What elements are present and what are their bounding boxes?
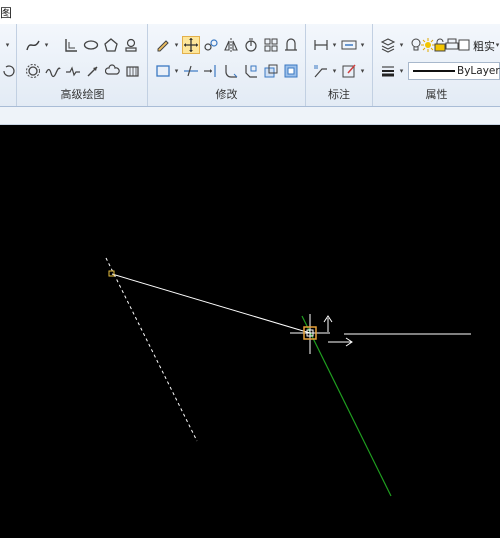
- gear-shape-icon[interactable]: [24, 62, 42, 80]
- hatch-icon[interactable]: [124, 62, 142, 80]
- break-line-icon[interactable]: [64, 62, 82, 80]
- table-edit-icon[interactable]: [340, 62, 358, 80]
- wave-icon[interactable]: [44, 62, 62, 80]
- arrow-draw-icon[interactable]: [84, 62, 102, 80]
- rotate-object-icon[interactable]: [242, 36, 260, 54]
- document-tab-strip: [0, 107, 500, 125]
- spline-dropdown[interactable]: ▾: [43, 36, 50, 54]
- copy-icon[interactable]: [202, 36, 220, 54]
- panel-label-properties: 属性: [425, 88, 448, 101]
- title-bar: 图: [0, 0, 500, 24]
- endpoint-grip-marker[interactable]: [108, 270, 115, 277]
- explode-icon[interactable]: [282, 62, 300, 80]
- layer-manager-icon[interactable]: [379, 36, 397, 54]
- leader-icon[interactable]: [312, 62, 330, 80]
- cloud-icon[interactable]: [104, 62, 122, 80]
- panel-label-modify: 修改: [215, 88, 238, 101]
- panel-annotate: ▾ ▾ ▾ ▾ 标注: [306, 24, 373, 106]
- erase-dropdown[interactable]: ▾: [173, 36, 180, 54]
- linetype-value: ByLayer: [457, 65, 500, 77]
- table-dropdown[interactable]: ▾: [359, 62, 366, 80]
- erase-icon[interactable]: [154, 36, 172, 54]
- select-dropdown[interactable]: ▾: [173, 62, 180, 80]
- offset-corner-icon[interactable]: [62, 36, 80, 54]
- panel-label-advanced-draw: 高级绘图: [60, 88, 105, 101]
- select-rect-icon[interactable]: [154, 62, 172, 80]
- preview-line: [301, 315, 392, 497]
- stamp-icon[interactable]: [122, 36, 140, 54]
- ribbon: ▾ ▾ 高级绘图 ▾ ▾ 修改 ▾ ▾ ▾ ▾ 标注 ▾ 粗实 ▾ ▾ 属性 B…: [0, 24, 500, 107]
- panel-draw-clipped: ▾: [0, 24, 17, 106]
- drawing-canvas[interactable]: [0, 125, 500, 538]
- selected-line[interactable]: [111, 273, 311, 334]
- ellipse-icon[interactable]: [82, 36, 100, 54]
- linetype-combo[interactable]: ByLayer: [408, 62, 500, 80]
- trim-icon[interactable]: [182, 62, 200, 80]
- text-dropdown[interactable]: ▾: [359, 36, 366, 54]
- fillet-icon[interactable]: [222, 62, 240, 80]
- panel-advanced-draw: ▾ 高级绘图: [18, 24, 148, 106]
- spline-icon[interactable]: [24, 36, 42, 54]
- extend-icon[interactable]: [202, 62, 220, 80]
- panel-modify: ▾ ▾ 修改: [148, 24, 306, 106]
- lineweight-dropdown[interactable]: ▾: [398, 62, 405, 80]
- mirror-icon[interactable]: [222, 36, 240, 54]
- layer-name[interactable]: 粗实: [473, 38, 495, 54]
- stretch-icon[interactable]: [282, 36, 300, 54]
- panel-label-annotate: 标注: [328, 88, 350, 101]
- lineweight-icon[interactable]: [379, 62, 397, 80]
- chamfer-icon[interactable]: [242, 62, 260, 80]
- layer-manager-dropdown[interactable]: ▾: [398, 36, 405, 54]
- move-icon[interactable]: [182, 36, 200, 54]
- text-block-icon[interactable]: [340, 36, 358, 54]
- draw-dropdown-arrow[interactable]: ▾: [4, 36, 11, 54]
- window-title: 图: [0, 6, 13, 20]
- rotate-icon[interactable]: [0, 62, 18, 80]
- linear-dimension-icon[interactable]: [312, 36, 330, 54]
- polygon-icon[interactable]: [102, 36, 120, 54]
- array-icon[interactable]: [262, 36, 280, 54]
- dimension-dropdown[interactable]: ▾: [331, 36, 338, 54]
- layer-color-swatch-icon[interactable]: [455, 36, 473, 54]
- leader-dropdown[interactable]: ▾: [331, 62, 338, 80]
- layer-dropdown[interactable]: ▾: [494, 36, 500, 54]
- scale-icon[interactable]: [262, 62, 280, 80]
- linetype-sample-icon: [413, 70, 455, 72]
- canvas-geometry: [105, 257, 471, 497]
